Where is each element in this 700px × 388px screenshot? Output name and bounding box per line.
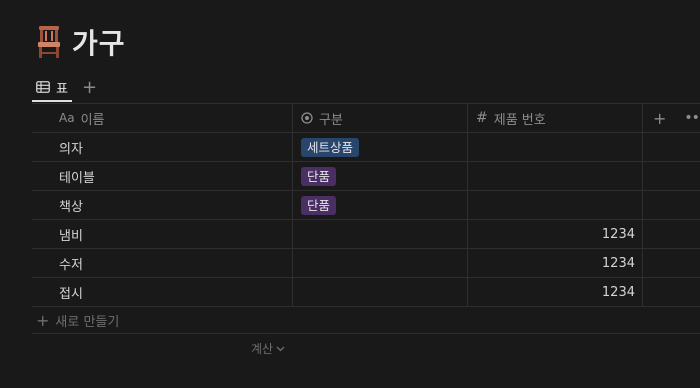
row-name: 냄비 [59,228,83,244]
table-body: 의자 세트상품 테이블 단품 책상 단품 냄비 1234 수저 1234 접시 1234 [32,133,700,307]
cell-empty [643,133,700,161]
column-label: 이름 [80,112,105,128]
row-name: 책상 [59,199,83,215]
new-row-button[interactable]: + 새로 만들기 [36,311,119,330]
cell-name[interactable]: 책상 [32,191,293,219]
row-name: 접시 [59,286,83,302]
cell-number[interactable]: 1234 [468,278,643,306]
cell-name[interactable]: 의자 [32,133,293,161]
product-number: 1234 [601,255,635,271]
text-type-icon: Aa [59,111,75,125]
cell-type[interactable]: 단품 [293,191,468,219]
cell-type[interactable] [293,278,468,306]
plus-icon[interactable]: + [82,79,97,97]
table-row[interactable]: 냄비 1234 [32,220,700,249]
number-type-icon: # [476,110,488,126]
type-tag: 세트상품 [301,137,360,157]
calculate-label: 계산 [251,342,274,356]
column-header-type[interactable]: 구분 [293,104,468,132]
tab-table-view[interactable]: 표 [32,74,72,102]
type-tag: 단품 [301,166,337,186]
column-header-number[interactable]: # 제품 번호 [468,104,643,132]
type-tag: 단품 [301,195,337,215]
table-row[interactable]: 수저 1234 [32,249,700,278]
table-header-row: Aa 이름 구분 # 제품 번호 + ••• [32,103,700,133]
calculate-button[interactable]: 계산 [251,340,285,357]
column-label: 구분 [319,112,343,128]
product-number: 1234 [601,226,635,242]
table-row[interactable]: 책상 단품 [32,191,700,220]
page-header: 가구 [36,22,126,62]
cell-empty [643,191,700,219]
row-name: 수저 [59,257,83,273]
tab-label: 표 [56,81,68,97]
cell-number[interactable]: 1234 [468,249,643,277]
chair-icon [38,26,60,58]
cell-empty [643,162,700,190]
cell-type[interactable] [293,220,468,248]
row-name: 테이블 [59,170,95,186]
column-label: 제품 번호 [493,112,546,128]
chevron-down-icon [276,346,285,351]
cell-name[interactable]: 수저 [32,249,293,277]
table-row[interactable]: 테이블 단품 [32,162,700,191]
table-row[interactable]: 의자 세트상품 [32,133,700,162]
page-title: 가구 [72,27,126,60]
view-tabs: 표 + [32,74,97,102]
divider [32,333,700,334]
product-number: 1234 [601,284,635,300]
cell-empty [643,278,700,306]
cell-type[interactable]: 단품 [293,162,468,190]
cell-number[interactable] [468,133,643,161]
cell-number[interactable]: 1234 [468,220,643,248]
cell-name[interactable]: 냄비 [32,220,293,248]
plus-icon: + [36,311,50,330]
more-options-icon[interactable]: ••• [684,110,700,126]
cell-empty [643,249,700,277]
cell-name[interactable]: 테이블 [32,162,293,190]
cell-number[interactable] [468,191,643,219]
cell-type[interactable]: 세트상품 [293,133,468,161]
cell-type[interactable] [293,249,468,277]
cell-empty [643,220,700,248]
column-actions: + ••• [643,104,700,132]
table-icon [36,81,50,93]
status-circle-icon [301,112,313,124]
cell-name[interactable]: 접시 [32,278,293,306]
new-row-label: 새로 만들기 [55,315,120,330]
cell-number[interactable] [468,162,643,190]
add-column-icon[interactable]: + [653,109,666,128]
row-name: 의자 [59,141,83,157]
table-row[interactable]: 접시 1234 [32,278,700,307]
database-table: Aa 이름 구분 # 제품 번호 + ••• 의자세트상품테이블단품책상단품냄비… [32,103,700,307]
column-header-name[interactable]: Aa 이름 [32,104,293,132]
